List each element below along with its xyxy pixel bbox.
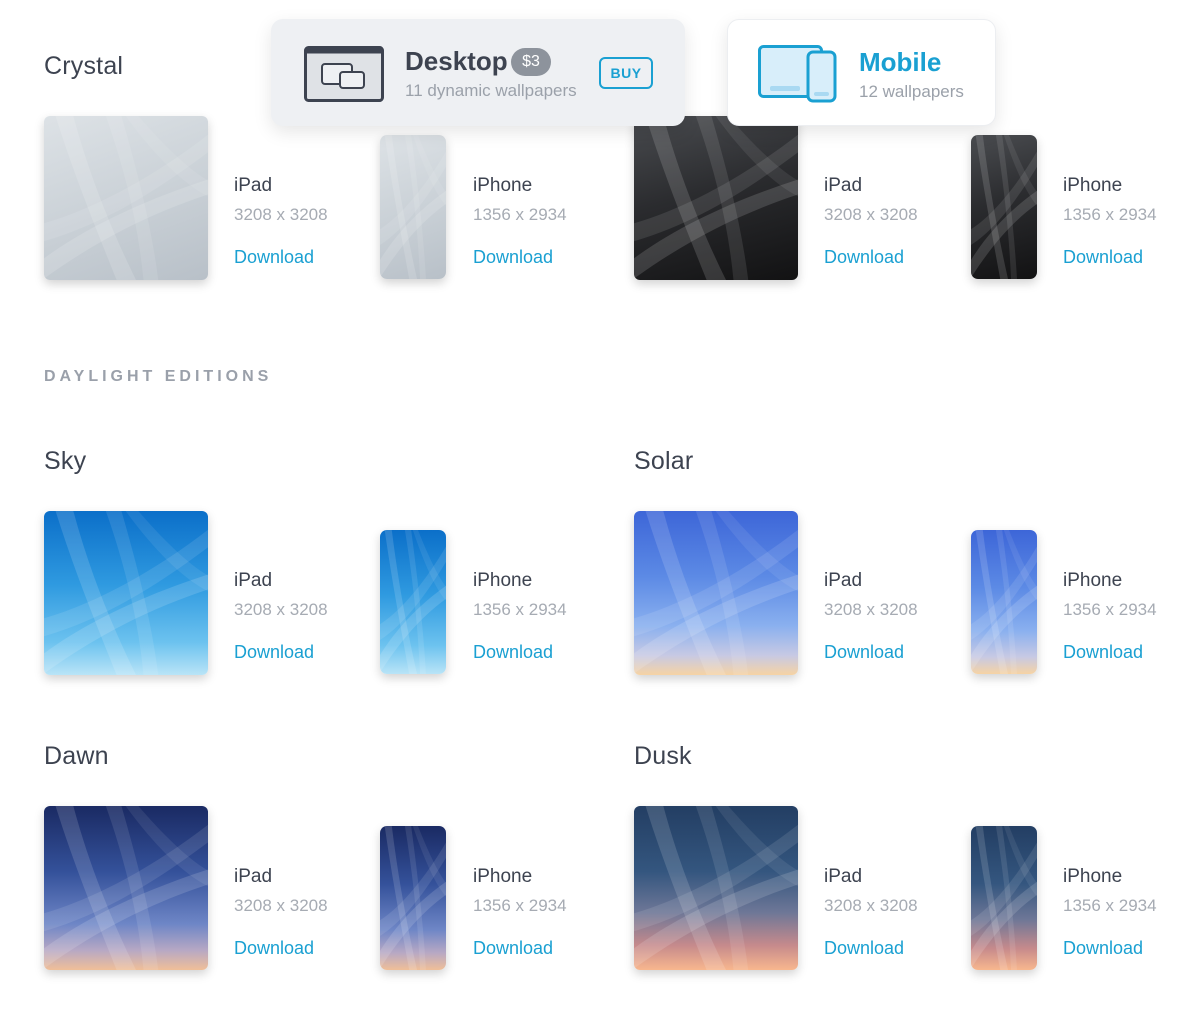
swoosh-pattern xyxy=(44,806,208,970)
iphone-wallpaper-thumbnail[interactable] xyxy=(971,135,1037,279)
resolution-label: 1356 x 2934 xyxy=(473,600,567,619)
download-link[interactable]: Download xyxy=(1063,938,1200,959)
group-title: Crystal xyxy=(44,52,124,80)
device-label: iPad xyxy=(234,175,273,196)
download-link[interactable]: Download xyxy=(824,642,974,663)
resolution-label: 3208 x 3208 xyxy=(234,896,328,915)
swoosh-pattern xyxy=(634,806,798,970)
mobile-tab-card[interactable]: Mobile 12 wallpapers xyxy=(727,19,996,126)
ipad-wallpaper-thumbnail[interactable] xyxy=(634,806,798,970)
swoosh-pattern xyxy=(380,135,446,279)
swoosh-pattern xyxy=(971,530,1037,674)
ipad-meta: iPad 3208 x 3208 Download xyxy=(824,175,974,268)
download-link[interactable]: Download xyxy=(473,642,623,663)
device-label: iPhone xyxy=(473,175,533,196)
device-label: iPhone xyxy=(473,570,533,591)
ipad-meta: iPad 3208 x 3208 Download xyxy=(234,175,384,268)
resolution-label: 3208 x 3208 xyxy=(234,600,328,619)
price-badge: $3 xyxy=(511,48,551,76)
mobile-subtitle: 12 wallpapers xyxy=(859,82,964,101)
iphone-wallpaper-thumbnail[interactable] xyxy=(971,826,1037,970)
resolution-label: 3208 x 3208 xyxy=(824,600,918,619)
download-link[interactable]: Download xyxy=(473,938,623,959)
group-title: Sky xyxy=(44,447,87,475)
iphone-meta: iPhone 1356 x 2934 Download xyxy=(1063,866,1200,959)
ipad-meta: iPad 3208 x 3208 Download xyxy=(234,866,384,959)
iphone-meta: iPhone 1356 x 2934 Download xyxy=(473,570,623,663)
swoosh-pattern xyxy=(971,826,1037,970)
ipad-wallpaper-thumbnail[interactable] xyxy=(634,116,798,280)
device-label: iPad xyxy=(824,866,863,887)
resolution-label: 1356 x 2934 xyxy=(473,896,567,915)
download-link[interactable]: Download xyxy=(234,642,384,663)
ipad-wallpaper-thumbnail[interactable] xyxy=(44,116,208,280)
device-label: iPhone xyxy=(1063,570,1123,591)
mobile-title: Mobile xyxy=(859,47,942,77)
device-label: iPad xyxy=(824,570,863,591)
resolution-label: 1356 x 2934 xyxy=(1063,205,1157,224)
iphone-wallpaper-thumbnail[interactable] xyxy=(971,530,1037,674)
ipad-wallpaper-thumbnail[interactable] xyxy=(44,806,208,970)
swoosh-pattern xyxy=(380,530,446,674)
device-label: iPhone xyxy=(473,866,533,887)
group-title: Solar xyxy=(634,447,694,475)
desktop-title: Desktop xyxy=(405,46,508,76)
swoosh-pattern xyxy=(380,826,446,970)
ipad-meta: iPad 3208 x 3208 Download xyxy=(824,570,974,663)
device-label: iPhone xyxy=(1063,866,1123,887)
iphone-wallpaper-thumbnail[interactable] xyxy=(380,135,446,279)
tablet-phone-icon xyxy=(758,45,837,103)
resolution-label: 3208 x 3208 xyxy=(824,896,918,915)
download-link[interactable]: Download xyxy=(234,247,384,268)
section-label: DAYLIGHT EDITIONS xyxy=(44,368,273,385)
download-link[interactable]: Download xyxy=(824,247,974,268)
buy-button[interactable]: BUY xyxy=(599,57,653,89)
iphone-wallpaper-thumbnail[interactable] xyxy=(380,530,446,674)
ipad-meta: iPad 3208 x 3208 Download xyxy=(824,866,974,959)
device-label: iPad xyxy=(824,175,863,196)
download-link[interactable]: Download xyxy=(824,938,974,959)
desktop-tab-card[interactable]: Desktop $3 11 dynamic wallpapers BUY xyxy=(271,19,685,126)
iphone-meta: iPhone 1356 x 2934 Download xyxy=(1063,570,1200,663)
iphone-meta: iPhone 1356 x 2934 Download xyxy=(473,175,623,268)
download-link[interactable]: Download xyxy=(234,938,384,959)
download-link[interactable]: Download xyxy=(473,247,623,268)
swoosh-pattern xyxy=(44,116,208,280)
iphone-wallpaper-thumbnail[interactable] xyxy=(380,826,446,970)
desktop-subtitle: 11 dynamic wallpapers xyxy=(405,81,577,100)
swoosh-pattern xyxy=(44,511,208,675)
resolution-label: 1356 x 2934 xyxy=(473,205,567,224)
group-title: Dawn xyxy=(44,742,109,770)
desktop-windows-icon xyxy=(304,46,384,102)
ipad-meta: iPad 3208 x 3208 Download xyxy=(234,570,384,663)
resolution-label: 3208 x 3208 xyxy=(824,205,918,224)
device-label: iPad xyxy=(234,866,273,887)
swoosh-pattern xyxy=(971,135,1037,279)
ipad-wallpaper-thumbnail[interactable] xyxy=(634,511,798,675)
resolution-label: 3208 x 3208 xyxy=(234,205,328,224)
device-label: iPhone xyxy=(1063,175,1123,196)
ipad-wallpaper-thumbnail[interactable] xyxy=(44,511,208,675)
resolution-label: 1356 x 2934 xyxy=(1063,896,1157,915)
device-label: iPad xyxy=(234,570,273,591)
iphone-meta: iPhone 1356 x 2934 Download xyxy=(473,866,623,959)
download-link[interactable]: Download xyxy=(1063,642,1200,663)
group-title: Dusk xyxy=(634,742,692,770)
swoosh-pattern xyxy=(634,116,798,280)
download-link[interactable]: Download xyxy=(1063,247,1200,268)
iphone-meta: iPhone 1356 x 2934 Download xyxy=(1063,175,1200,268)
swoosh-pattern xyxy=(634,511,798,675)
resolution-label: 1356 x 2934 xyxy=(1063,600,1157,619)
